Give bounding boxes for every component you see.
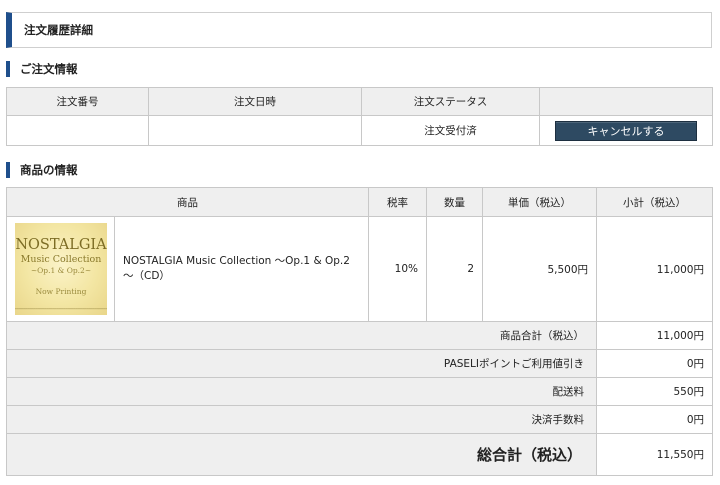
order-date	[148, 115, 362, 146]
order-info-table: 注文番号 注文日時 注文ステータス 注文受付済 キャンセルする	[6, 87, 713, 146]
order-action-cell: キャンセルする	[539, 115, 713, 146]
qty-header: 数量	[426, 187, 483, 217]
order-info-title: ご注文情報	[6, 61, 78, 77]
table-row: NOSTALGIA Music Collection ~Op.1 & Op.2~…	[6, 216, 713, 322]
product-header: 商品	[6, 187, 369, 217]
product-image-subtitle: Music Collection	[20, 254, 102, 265]
payment-fee-label: 決済手数料	[6, 405, 597, 434]
order-date-header: 注文日時	[148, 87, 362, 116]
unit-price-header: 単価（税込）	[482, 187, 597, 217]
order-number	[6, 115, 149, 146]
shipping-value: 550円	[596, 377, 713, 406]
product-subtotal: 11,000円	[596, 216, 713, 322]
cancel-order-button[interactable]: キャンセルする	[555, 120, 697, 141]
tax-header: 税率	[368, 187, 427, 217]
grand-total-value: 11,550円	[596, 433, 713, 476]
subtotal-header: 小計（税込）	[596, 187, 713, 217]
product-info-table: 商品 税率 数量 単価（税込） 小計（税込） NOSTALGIA Music C…	[6, 187, 713, 476]
summary-row-payment-fee: 決済手数料 0円	[6, 405, 713, 434]
product-info-title: 商品の情報	[6, 162, 78, 178]
product-image-now-printing: Now Printing	[35, 287, 87, 296]
items-header-row: 商品 税率 数量 単価（税込） 小計（税込）	[6, 187, 713, 217]
product-image-cell: NOSTALGIA Music Collection ~Op.1 & Op.2~…	[6, 216, 115, 322]
grand-total-label: 総合計（税込）	[6, 433, 597, 476]
order-header-row: 注文番号 注文日時 注文ステータス	[6, 87, 713, 116]
product-name: NOSTALGIA Music Collection ～Op.1 & Op.2～…	[114, 216, 369, 322]
product-tax-rate: 10%	[368, 216, 427, 322]
product-quantity: 2	[426, 216, 483, 322]
order-row: 注文受付済 キャンセルする	[6, 115, 713, 146]
product-total-label: 商品合計（税込）	[6, 321, 597, 350]
paseli-discount-value: 0円	[596, 349, 713, 378]
summary-row-paseli-discount: PASELIポイントご利用値引き 0円	[6, 349, 713, 378]
product-unit-price: 5,500円	[482, 216, 597, 322]
product-image-footer-line: ━━━━━━━━━━━━━━━━━━━━━━━━━━━━━━━━━━━━━━━━…	[15, 307, 107, 311]
page-header: 注文履歴詳細	[6, 12, 712, 48]
paseli-discount-label: PASELIポイントご利用値引き	[6, 349, 597, 378]
product-image-title: NOSTALGIA	[15, 237, 107, 253]
summary-row-shipping: 配送料 550円	[6, 377, 713, 406]
product-image-op: ~Op.1 & Op.2~	[30, 266, 92, 275]
product-total-value: 11,000円	[596, 321, 713, 350]
order-action-header	[539, 87, 713, 116]
order-status: 注文受付済	[361, 115, 540, 146]
order-status-header: 注文ステータス	[361, 87, 540, 116]
summary-row-product-total: 商品合計（税込） 11,000円	[6, 321, 713, 350]
payment-fee-value: 0円	[596, 405, 713, 434]
page-title: 注文履歴詳細	[24, 23, 93, 37]
summary-row-grand-total: 総合計（税込） 11,550円	[6, 433, 713, 476]
product-image[interactable]: NOSTALGIA Music Collection ~Op.1 & Op.2~…	[15, 223, 107, 315]
order-number-header: 注文番号	[6, 87, 149, 116]
shipping-label: 配送料	[6, 377, 597, 406]
